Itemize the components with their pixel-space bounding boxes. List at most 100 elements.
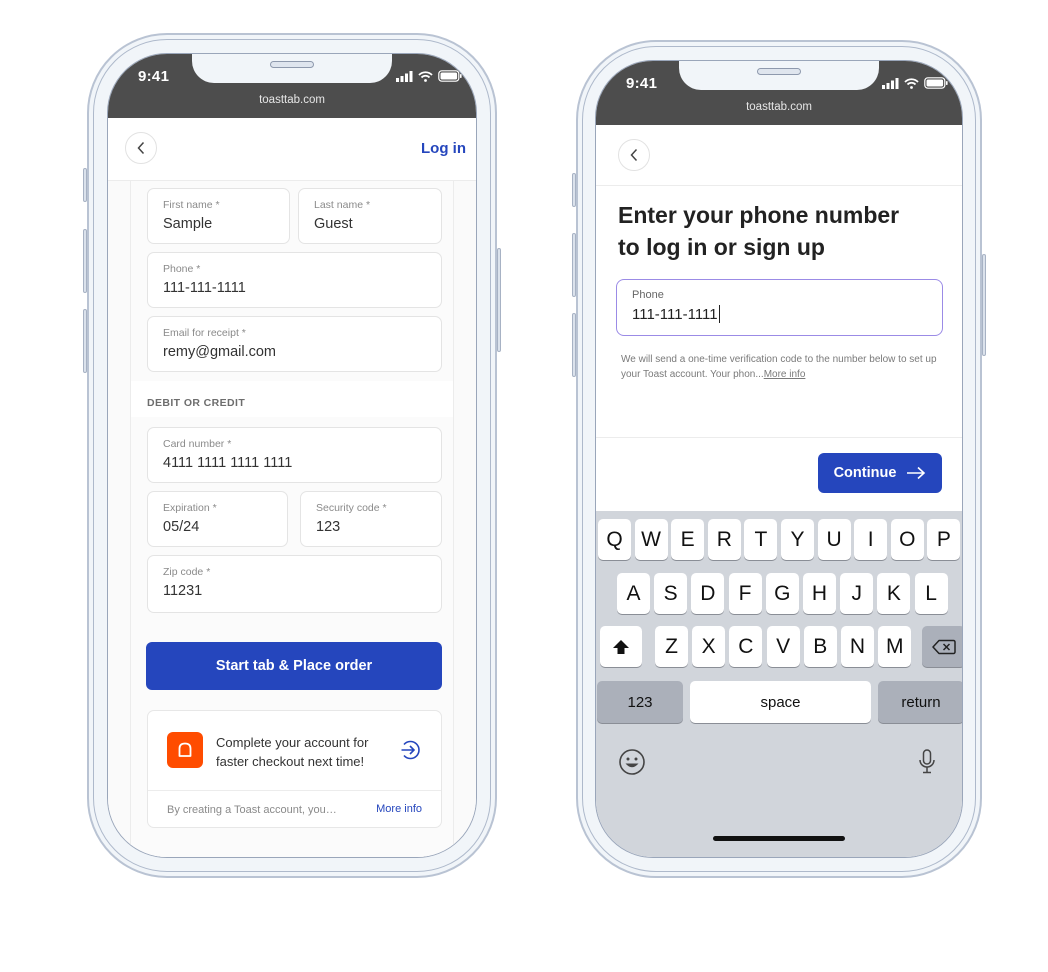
phone-value: 111-111-1111 xyxy=(163,280,246,296)
power-button xyxy=(982,254,986,356)
volume-up-button xyxy=(83,229,87,293)
key-i[interactable]: I xyxy=(854,519,888,560)
first-name-label: First name * xyxy=(163,199,220,211)
toast-logo-icon xyxy=(167,732,203,768)
card-number-value: 4111 1111 1111 1111 xyxy=(163,455,293,471)
wifi-icon xyxy=(418,70,433,82)
status-time: 9:41 xyxy=(138,68,170,85)
promo-text: Complete your account for faster checkou… xyxy=(216,735,369,769)
phone-input[interactable]: Phone 111-111-1111 xyxy=(616,279,943,336)
continue-button[interactable]: Continue xyxy=(818,453,942,493)
back-button[interactable] xyxy=(618,139,650,171)
key-z[interactable]: Z xyxy=(655,626,688,667)
login-link[interactable]: Log in xyxy=(421,140,466,157)
page-title-line1: Enter your phone number xyxy=(618,202,900,228)
mute-switch xyxy=(572,173,576,207)
key-u[interactable]: U xyxy=(817,519,851,560)
key-c[interactable]: C xyxy=(729,626,763,667)
key-k[interactable]: K xyxy=(877,573,911,614)
checkout-form: First name * Sample Last name * Guest Ph… xyxy=(108,181,476,857)
home-indicator xyxy=(713,836,845,841)
key-s[interactable]: S xyxy=(654,573,688,614)
volume-up-button xyxy=(572,233,576,297)
place-order-button[interactable]: Start tab & Place order xyxy=(146,642,442,690)
microphone-icon[interactable] xyxy=(917,748,937,776)
arrow-right-icon xyxy=(907,466,926,480)
chevron-left-icon xyxy=(630,148,638,162)
checkout-screen: 9:41 toasttab.com Log in First name * Sa… xyxy=(107,53,477,858)
promo-divider xyxy=(148,790,441,791)
security-code-value: 123 xyxy=(316,519,341,535)
signal-icon xyxy=(882,77,899,89)
card-number-field[interactable]: Card number * 4111 1111 1111 1111 xyxy=(147,427,442,483)
space-key[interactable]: space xyxy=(690,681,871,723)
last-name-field[interactable]: Last name * Guest xyxy=(298,188,442,244)
notch xyxy=(192,54,392,83)
status-bar: 9:41 toasttab.com xyxy=(596,61,962,125)
phone-input-label: Phone xyxy=(632,289,664,301)
arrow-right-circle-icon[interactable] xyxy=(399,739,421,761)
key-f[interactable]: F xyxy=(728,573,762,614)
key-h[interactable]: H xyxy=(803,573,836,614)
key-t[interactable]: T xyxy=(744,519,778,560)
key-y[interactable]: Y xyxy=(781,519,814,560)
expiration-label: Expiration * xyxy=(163,502,217,514)
onscreen-keyboard: QWERTYUIOP ASDFGHJKL ZXCVBNM 123 space r… xyxy=(596,511,962,857)
form-column: First name * Sample Last name * Guest Ph… xyxy=(130,181,454,857)
text-caret xyxy=(718,305,721,323)
shift-icon xyxy=(613,639,629,654)
key-r[interactable]: R xyxy=(707,519,741,560)
status-time: 9:41 xyxy=(626,75,658,92)
url-bar[interactable]: toasttab.com xyxy=(596,101,962,113)
helper-more-info-link[interactable]: More info xyxy=(764,369,806,380)
url-bar[interactable]: toasttab.com xyxy=(108,94,476,106)
volume-down-button xyxy=(572,313,576,377)
first-name-field[interactable]: First name * Sample xyxy=(147,188,290,244)
key-w[interactable]: W xyxy=(634,519,668,560)
email-field[interactable]: Email for receipt * remy@gmail.com xyxy=(147,316,442,372)
key-b[interactable]: B xyxy=(803,626,837,667)
key-p[interactable]: P xyxy=(927,519,961,560)
key-m[interactable]: M xyxy=(878,626,912,667)
mute-switch xyxy=(83,168,87,202)
battery-icon xyxy=(438,70,462,82)
last-name-label: Last name * xyxy=(314,199,371,211)
security-code-field[interactable]: Security code * 123 xyxy=(300,491,442,547)
key-q[interactable]: Q xyxy=(598,519,631,560)
promo-footer-text: By creating a Toast account, you… xyxy=(167,804,337,816)
zip-code-label: Zip code * xyxy=(163,566,211,578)
key-e[interactable]: E xyxy=(671,519,705,560)
key-d[interactable]: D xyxy=(691,573,725,614)
delete-key[interactable] xyxy=(922,626,962,667)
shift-key[interactable] xyxy=(600,626,642,667)
back-button[interactable] xyxy=(125,132,157,164)
expiration-value: 05/24 xyxy=(163,519,200,535)
speaker xyxy=(757,68,801,75)
zip-code-field[interactable]: Zip code * 11231 xyxy=(147,555,442,613)
phone-label: Phone * xyxy=(163,263,201,275)
key-g[interactable]: G xyxy=(765,573,799,614)
action-divider xyxy=(596,437,962,438)
key-o[interactable]: O xyxy=(890,519,924,560)
key-j[interactable]: J xyxy=(840,573,874,614)
key-n[interactable]: N xyxy=(841,626,874,667)
key-l[interactable]: L xyxy=(914,573,948,614)
zip-code-value: 11231 xyxy=(163,583,203,599)
more-info-link[interactable]: More info xyxy=(376,803,422,815)
volume-down-button xyxy=(83,309,87,373)
email-value: remy@gmail.com xyxy=(163,344,277,360)
last-name-value: Guest xyxy=(314,216,353,232)
key-v[interactable]: V xyxy=(766,626,800,667)
page-title-line2: to log in or sign up xyxy=(618,234,825,260)
phone-field[interactable]: Phone * 111-111-1111 xyxy=(147,252,442,308)
expiration-field[interactable]: Expiration * 05/24 xyxy=(147,491,288,547)
login-phone: 9:41 toasttab.com Enter your phone numbe… xyxy=(572,40,986,878)
signal-icon xyxy=(396,70,413,82)
numbers-key[interactable]: 123 xyxy=(597,681,683,723)
continue-label: Continue xyxy=(833,465,897,481)
speaker xyxy=(270,61,314,68)
key-a[interactable]: A xyxy=(617,573,650,614)
emoji-icon[interactable] xyxy=(618,748,646,776)
key-x[interactable]: X xyxy=(692,626,726,667)
return-key[interactable]: return xyxy=(878,681,962,723)
